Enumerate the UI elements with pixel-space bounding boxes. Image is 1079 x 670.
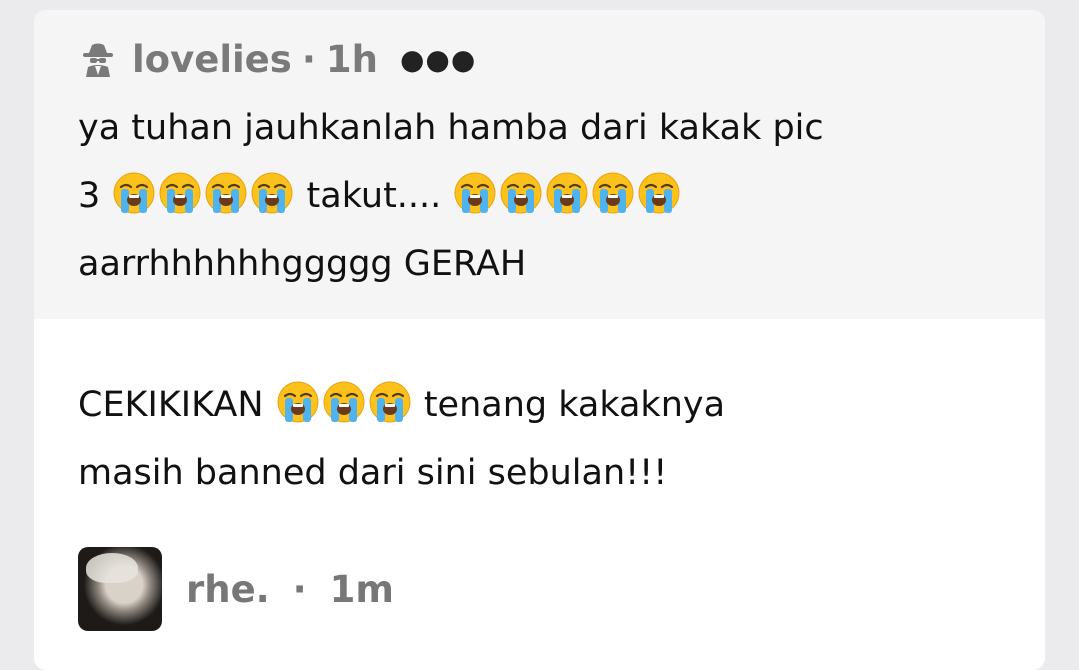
loudly-crying-face-icon	[158, 171, 202, 215]
loudly-crying-face-icon	[368, 380, 412, 424]
meta-separator: ·	[301, 37, 316, 81]
loudly-crying-face-icon	[637, 171, 681, 215]
quoted-text-line2-mid: takut....	[295, 176, 453, 216]
loudly-crying-face-icon	[591, 171, 635, 215]
quoted-text-line2-prefix: 3	[78, 176, 112, 216]
post-text: CEKIKIKAN tenang kakaknya masih banned d…	[78, 371, 1001, 507]
quoted-post[interactable]: lovelies · 1h ●●● ya tuhan jauhkanlah ha…	[34, 10, 1045, 319]
reply-author: rhe. · 1m	[186, 568, 394, 611]
loudly-crying-face-icon	[545, 171, 589, 215]
anonymous-spy-icon	[83, 43, 113, 77]
quoted-text-line1: ya tuhan jauhkanlah hamba dari kakak pic	[78, 108, 824, 148]
meta-separator: ·	[292, 567, 307, 611]
reply-timestamp: 1m	[329, 567, 394, 611]
quoted-username[interactable]: lovelies	[132, 38, 292, 81]
post-text-line2: masih banned dari sini sebulan!!!	[78, 453, 668, 493]
loudly-crying-face-icon	[112, 171, 156, 215]
reply-meta: rhe. · 1m	[78, 547, 1001, 631]
loudly-crying-face-icon	[453, 171, 497, 215]
quoted-post-meta: lovelies · 1h ●●●	[78, 36, 1001, 82]
more-horizontal-icon[interactable]: ●●●	[400, 43, 476, 76]
post-card: lovelies · 1h ●●● ya tuhan jauhkanlah ha…	[34, 10, 1045, 670]
quoted-post-text: ya tuhan jauhkanlah hamba dari kakak pic…	[78, 94, 1001, 298]
post-body: CEKIKIKAN tenang kakaknya masih banned d…	[34, 319, 1045, 631]
quoted-text-line3: aarrhhhhhhggggg GERAH	[78, 244, 527, 284]
loudly-crying-face-icon	[499, 171, 543, 215]
loudly-crying-face-icon	[204, 171, 248, 215]
post-text-line1-suffix: tenang kakaknya	[412, 385, 726, 425]
loudly-crying-face-icon	[276, 380, 320, 424]
loudly-crying-face-icon	[322, 380, 366, 424]
post-text-line1-prefix: CEKIKIKAN	[78, 385, 275, 425]
loudly-crying-face-icon	[250, 171, 294, 215]
quoted-timestamp: 1h	[325, 37, 378, 81]
avatar[interactable]	[78, 547, 162, 631]
reply-username[interactable]: rhe.	[186, 568, 270, 611]
